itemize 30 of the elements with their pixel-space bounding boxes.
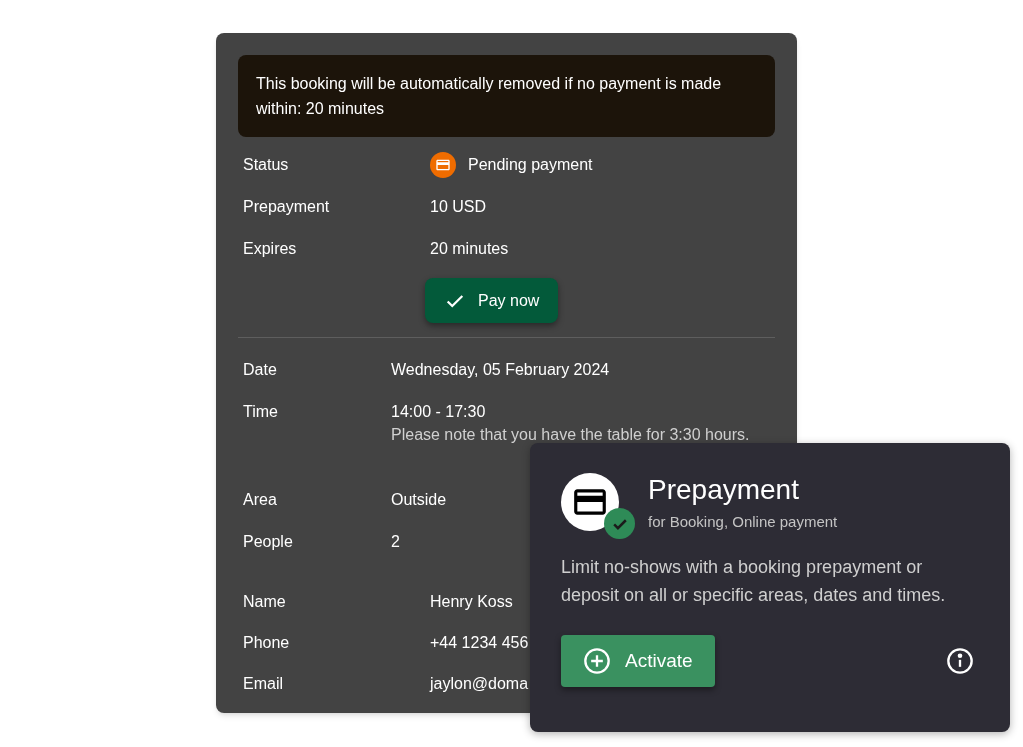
field-value: jaylon@doma (430, 674, 529, 694)
field-value: 20 minutes (430, 239, 509, 259)
field-label: Phone (243, 633, 291, 653)
card-description: Limit no-shows with a booking prepayment or deposit on all or specific areas, dates and times. (561, 556, 947, 607)
card-icon (435, 157, 451, 173)
field-label: Prepayment (243, 197, 331, 217)
field-value: 14:00 - 17:30 (391, 402, 487, 422)
field-value: 2 (391, 532, 400, 552)
field-value: +44 1234 456 (430, 633, 529, 653)
field-label: Name (243, 592, 287, 612)
field-value: 10 USD (430, 197, 487, 217)
field-label: Time (243, 402, 279, 422)
field-label: Email (243, 674, 284, 694)
pay-now-button[interactable]: Pay now (425, 278, 559, 323)
field-value: Wednesday, 05 February 2024 (391, 360, 610, 380)
field-label: Expires (243, 239, 298, 259)
field-value: Pending payment (468, 155, 593, 175)
field-value: Outside (391, 490, 447, 510)
field-value: Henry Koss (430, 592, 513, 612)
notice-text: This booking will be automatically removed if no payment is made within: 20 minutes (238, 55, 775, 137)
field-label: Status (243, 155, 290, 175)
card-title: Prepayment (648, 473, 800, 507)
card-subtitle: for Booking, Online payment (648, 512, 838, 532)
field-label: Date (243, 360, 278, 380)
info-icon[interactable] (946, 647, 974, 675)
field-label: Area (243, 490, 278, 510)
note-text: Please note that you have the table for 3:30 hours. (391, 425, 750, 445)
field-label: People (243, 532, 294, 552)
plus-circle-icon (583, 647, 611, 675)
activate-button[interactable]: Activate (561, 635, 715, 687)
